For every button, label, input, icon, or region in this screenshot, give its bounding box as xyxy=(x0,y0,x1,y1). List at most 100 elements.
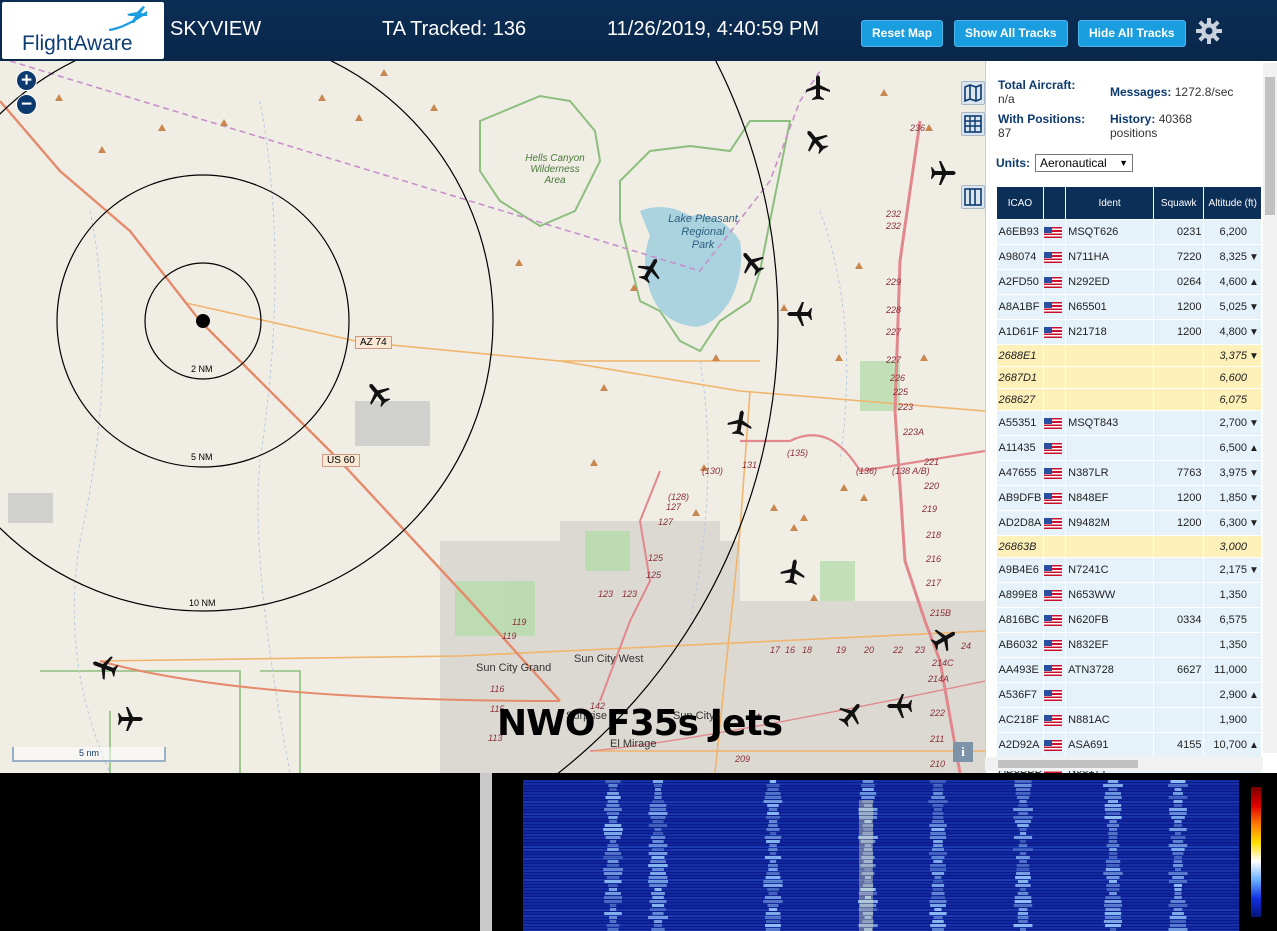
table-row[interactable]: A11435 6,500 ▲ xyxy=(996,435,1262,461)
table-row[interactable]: A536F7 2,900 ▲ xyxy=(996,682,1262,708)
table-row[interactable]: A899E8 N653WW 1,350 xyxy=(996,582,1262,608)
table-row[interactable]: A47655 N387LR 7763 3,975 ▼ xyxy=(996,460,1262,486)
table-row[interactable]: 268627 6,075 xyxy=(996,388,1262,411)
table-row[interactable]: A8A1BF N65501 1200 5,025 ▼ xyxy=(996,294,1262,320)
table-row[interactable]: AB6032 N832EF 1,350 xyxy=(996,632,1262,658)
table-row[interactable]: A2FD50 N292ED 0264 4,600 ▲ xyxy=(996,269,1262,295)
reset-map-button[interactable]: Reset Map xyxy=(861,20,944,47)
table-row[interactable]: A9B4E6 N7241C 2,175 ▼ xyxy=(996,557,1262,583)
aircraft-icon[interactable] xyxy=(115,704,145,734)
cell-altitude: 2,900 ▲ xyxy=(1203,682,1262,708)
label-line: Wilderness xyxy=(530,164,580,175)
aircraft-table: ICAO Ident Squawk Altitude (ft) A6EB93 MS… xyxy=(996,186,1262,773)
cell-ident: N620FB xyxy=(1065,607,1154,633)
cell-icao: A536F7 xyxy=(996,682,1044,708)
cell-icao: A8A1BF xyxy=(996,294,1044,320)
cell-flag xyxy=(1043,269,1067,295)
panel-vertical-scrollbar[interactable] xyxy=(1263,63,1277,753)
col-ident[interactable]: Ident xyxy=(1065,186,1154,220)
cell-ident: N387LR xyxy=(1065,460,1154,486)
map-view[interactable]: Hells Canyon Wilderness Area Lake Pleasa… xyxy=(0,61,985,773)
cell-flag xyxy=(1043,244,1067,270)
cell-squawk: 1200 xyxy=(1153,485,1205,511)
pane-divider[interactable] xyxy=(480,773,492,931)
road-number-label: 223A xyxy=(903,427,925,437)
cell-ident: N21718 xyxy=(1065,319,1154,345)
us-flag-icon xyxy=(1043,589,1062,601)
table-row[interactable]: A2D92A ASA691 4155 10,700 ▲ xyxy=(996,732,1262,758)
table-row[interactable]: A6EB93 MSQT626 0231 6,200 xyxy=(996,219,1262,245)
columns-toggle-button[interactable] xyxy=(961,185,985,209)
show-all-tracks-button[interactable]: Show All Tracks xyxy=(954,20,1068,47)
cell-icao: 2688E1 xyxy=(996,344,1044,367)
cell-flag xyxy=(1043,607,1067,633)
cell-squawk xyxy=(1153,632,1205,658)
table-row[interactable]: AB9DFB N848EF 1200 1,850 ▼ xyxy=(996,485,1262,511)
trend-arrow-icon: ▼ xyxy=(1249,565,1259,576)
table-row[interactable]: AA493E ATN3728 6627 11,000 xyxy=(996,657,1262,683)
aircraft-icon[interactable] xyxy=(801,126,831,156)
table-row[interactable]: 26863B 3,000 xyxy=(996,535,1262,558)
hide-all-tracks-button[interactable]: Hide All Tracks xyxy=(1078,20,1186,47)
cell-altitude: 3,000 xyxy=(1203,535,1262,558)
aircraft-icon[interactable] xyxy=(785,299,815,329)
altitude-value: 2,175 xyxy=(1219,564,1247,576)
table-row[interactable]: AC218F N881AC 1,900 xyxy=(996,707,1262,733)
scroll-thumb[interactable] xyxy=(998,760,1138,768)
road-number-label: 123 xyxy=(598,589,614,599)
aircraft-icon[interactable] xyxy=(928,158,958,188)
aircraft-panel: Total Aircraft: n/a Messages: 1272.8/sec… xyxy=(985,61,1277,773)
aircraft-icon[interactable] xyxy=(778,557,808,587)
aircraft-icon[interactable] xyxy=(363,379,393,409)
road-number-label: (135) xyxy=(787,448,809,458)
zoom-in-button[interactable]: + xyxy=(16,70,37,91)
altitude-value: 1,350 xyxy=(1219,589,1247,601)
zoom-out-button[interactable]: − xyxy=(16,94,37,115)
panel-horizontal-scrollbar[interactable] xyxy=(985,757,1263,771)
flightaware-logo[interactable]: FlightAware xyxy=(2,2,164,59)
aircraft-icon[interactable] xyxy=(635,255,665,285)
road-number-label: 221 xyxy=(924,457,940,467)
table-row[interactable]: A55351 MSQT843 2,700 ▼ xyxy=(996,410,1262,436)
road-number-label: 24 xyxy=(961,641,972,651)
scroll-thumb[interactable] xyxy=(1265,77,1275,215)
table-row[interactable]: A1D61F N21718 1200 4,800 ▼ xyxy=(996,319,1262,345)
cell-ident: N9482M xyxy=(1065,510,1154,536)
col-icao[interactable]: ICAO xyxy=(996,186,1044,220)
cell-flag xyxy=(1043,510,1067,536)
cell-squawk xyxy=(1153,535,1205,558)
table-row[interactable]: AD2D8A N9482M 1200 6,300 ▼ xyxy=(996,510,1262,536)
road-number-label: 17 xyxy=(770,645,781,655)
road-number-label: (138 A/B) xyxy=(892,466,930,476)
col-altitude[interactable]: Altitude (ft) xyxy=(1203,186,1262,220)
aircraft-icon[interactable] xyxy=(836,699,866,729)
aircraft-icon[interactable] xyxy=(90,652,120,682)
col-flag[interactable] xyxy=(1042,186,1067,220)
tracked-count: TA Tracked: 136 xyxy=(382,18,527,40)
aircraft-icon[interactable] xyxy=(725,408,755,438)
aircraft-icon[interactable] xyxy=(929,624,959,654)
table-header-row: ICAO Ident Squawk Altitude (ft) xyxy=(996,186,1262,220)
units-select[interactable]: Aeronautical ▼ xyxy=(1035,154,1133,172)
cell-icao: A98074 xyxy=(996,244,1044,270)
cell-altitude: 6,075 xyxy=(1203,388,1262,411)
info-button[interactable]: i xyxy=(953,742,973,762)
grid-toggle-button[interactable] xyxy=(961,112,985,136)
table-row[interactable]: A816BC N620FB 0334 6,575 xyxy=(996,607,1262,633)
altitude-value: 6,200 xyxy=(1219,226,1247,238)
aircraft-icon[interactable] xyxy=(803,73,833,103)
waterfall-display xyxy=(523,780,1239,931)
road-number-label: 214A xyxy=(928,674,950,684)
table-row[interactable]: 2688E1 3,375 ▼ xyxy=(996,344,1262,367)
aircraft-icon[interactable] xyxy=(885,691,915,721)
gear-icon[interactable] xyxy=(1195,17,1223,45)
table-row[interactable]: A98074 N711HA 7220 8,325 ▼ xyxy=(996,244,1262,270)
cell-icao: A1D61F xyxy=(996,319,1044,345)
altitude-value: 6,075 xyxy=(1219,393,1247,406)
aircraft-icon[interactable] xyxy=(737,248,767,278)
table-row[interactable]: 2687D1 6,600 xyxy=(996,366,1262,389)
road-number-label: 210 xyxy=(930,759,946,769)
col-squawk[interactable]: Squawk xyxy=(1152,186,1205,220)
map-layers-button[interactable] xyxy=(961,81,985,105)
label-sun-city-grand: Sun City Grand xyxy=(476,662,552,674)
